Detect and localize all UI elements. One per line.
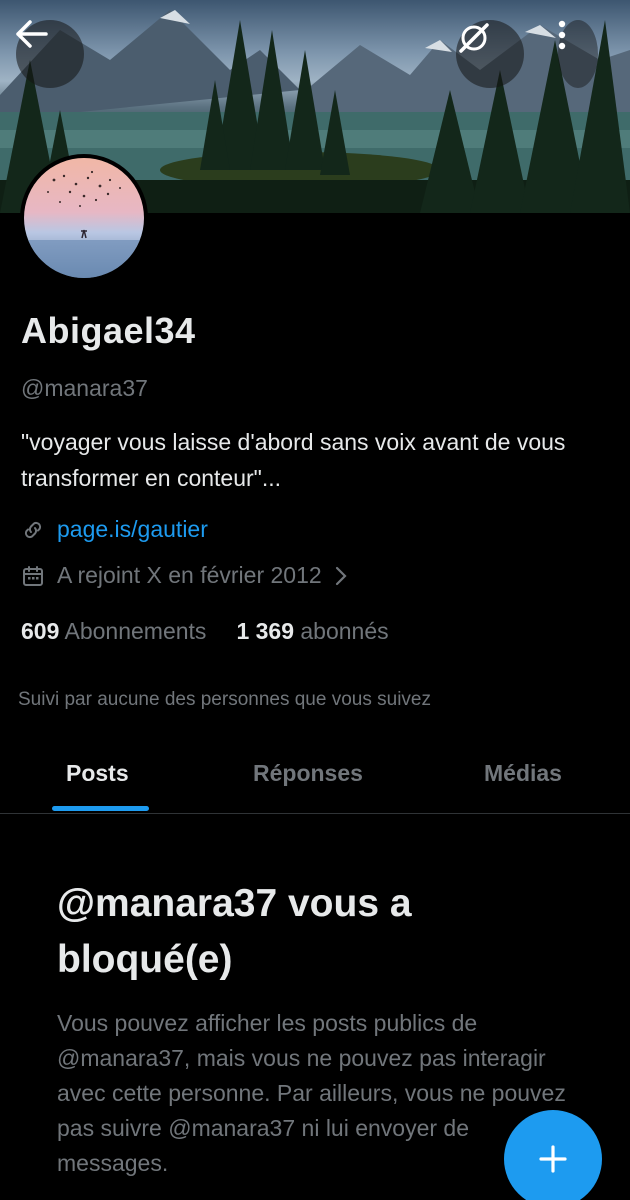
- link-icon: [24, 521, 42, 538]
- followers-count: 1 369: [236, 618, 294, 644]
- tab-posts[interactable]: Posts: [66, 760, 129, 787]
- profile-page: Abigael34 @manara37 "voyager vous laisse…: [0, 0, 630, 1200]
- plus-icon: [539, 1145, 567, 1173]
- back-button[interactable]: [16, 20, 84, 88]
- tab-media[interactable]: Médias: [484, 760, 562, 787]
- calendar-icon: [23, 565, 43, 586]
- profile-handle: @manara37: [21, 375, 148, 401]
- avatar-image: [24, 158, 144, 278]
- avatar[interactable]: [20, 154, 148, 282]
- blocked-title: @manara37 vous a bloqué(e): [57, 882, 412, 981]
- chevron-right-icon: [335, 566, 347, 585]
- more-options-button[interactable]: [558, 20, 598, 88]
- following-count: 609: [21, 618, 60, 644]
- profile-bio: "voyager vous laisse d'abord sans voix a…: [21, 429, 566, 491]
- profile-link[interactable]: page.is/gautier: [57, 516, 208, 543]
- following-label: Abonnements: [64, 618, 207, 644]
- follow-stats: 609 Abonnements 1 369 abonnés: [21, 618, 389, 645]
- joined-date-row[interactable]: A rejoint X en février 2012: [21, 562, 348, 589]
- tab-replies[interactable]: Réponses: [253, 760, 363, 787]
- profile-tabs: Posts Réponses Médias: [0, 738, 630, 814]
- followers-stat[interactable]: 1 369 abonnés: [236, 618, 388, 645]
- back-arrow-icon: [16, 20, 48, 48]
- blocked-message: Vous pouvez afficher les posts publics d…: [57, 1010, 566, 1176]
- active-tab-indicator: [52, 806, 149, 811]
- grok-button[interactable]: [456, 20, 524, 88]
- following-stat[interactable]: 609 Abonnements: [21, 618, 206, 645]
- compose-post-button[interactable]: [504, 1110, 602, 1200]
- more-vertical-icon: [558, 20, 566, 50]
- grok-icon: [459, 23, 489, 53]
- followers-label: abonnés: [300, 618, 389, 644]
- profile-link-row: page.is/gautier: [21, 516, 208, 543]
- display-name: Abigael34: [21, 310, 196, 351]
- followed-by-text: Suivi par aucune des personnes que vous …: [18, 689, 431, 710]
- joined-date: A rejoint X en février 2012: [57, 562, 322, 588]
